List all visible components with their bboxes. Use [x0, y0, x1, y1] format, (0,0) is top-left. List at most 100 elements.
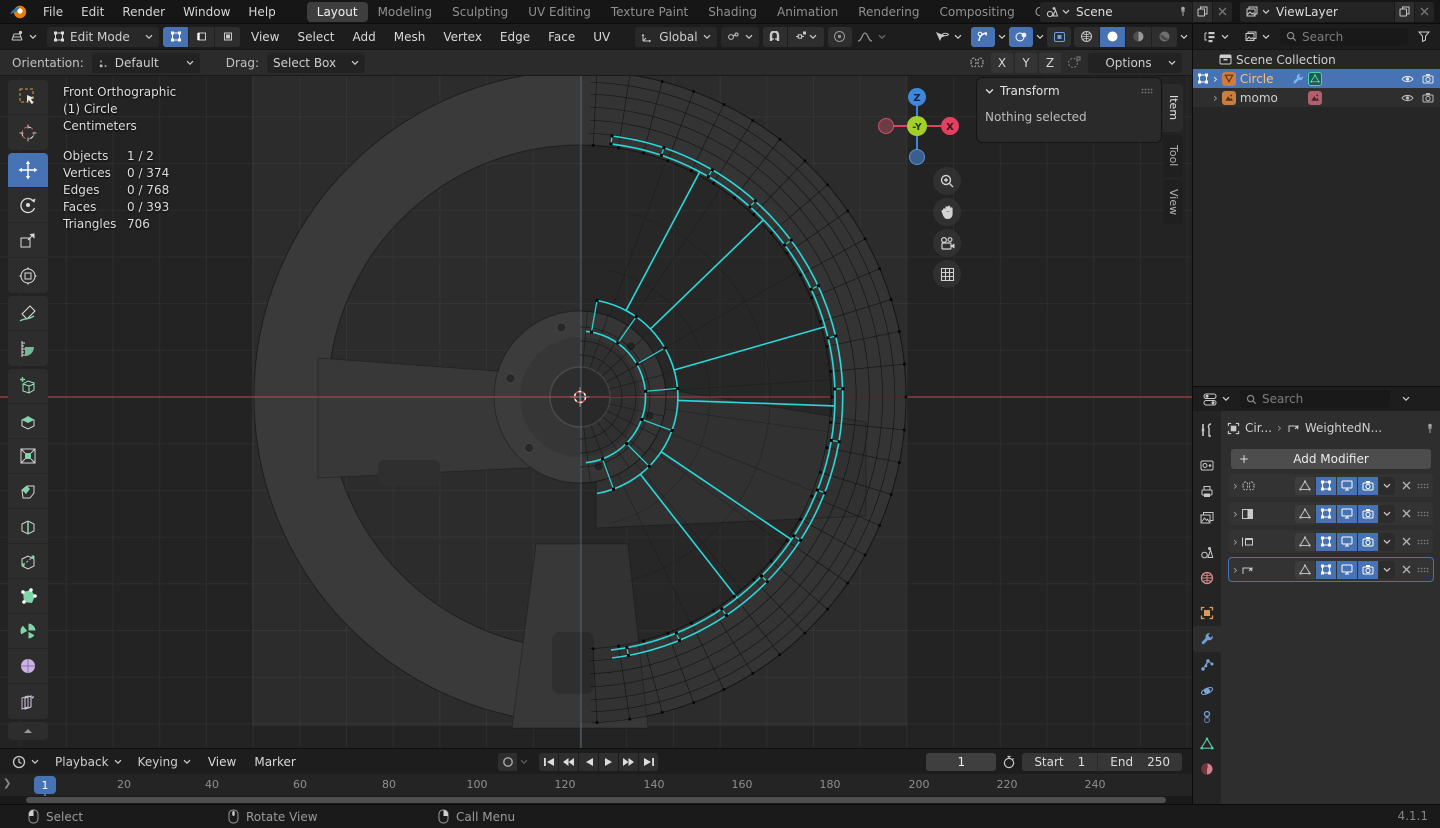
outliner-row-circle[interactable]: › Circle [1193, 69, 1440, 88]
poly-build-tool[interactable] [8, 579, 48, 614]
mode-dropdown[interactable]: Edit Mode [47, 27, 159, 47]
show-in-render-toggle[interactable] [1358, 505, 1378, 523]
new-scene-button[interactable] [1192, 2, 1212, 22]
tab-scene-properties[interactable] [1193, 539, 1221, 565]
blender-logo-icon[interactable] [8, 3, 30, 21]
show-in-viewport-toggle[interactable] [1337, 505, 1357, 523]
mirror-z-button[interactable]: Z [1039, 53, 1061, 73]
object-name-momo[interactable]: momo [1240, 91, 1278, 105]
properties-editor-type-button[interactable] [1197, 389, 1236, 409]
outliner-filter-id-dropdown[interactable] [1239, 27, 1276, 47]
tab-view[interactable]: View [1163, 180, 1183, 224]
new-viewlayer-button[interactable] [1394, 2, 1414, 22]
overlays-toggle-button[interactable] [1009, 27, 1033, 47]
menu-file[interactable]: File [34, 5, 72, 19]
tab-shading[interactable]: Shading [698, 2, 767, 22]
disable-render-icon[interactable] [1422, 92, 1434, 103]
properties-options-dropdown[interactable] [1394, 389, 1418, 409]
move-tool[interactable] [8, 153, 48, 188]
scene-type-icon[interactable] [1040, 2, 1076, 22]
delete-modifier-button[interactable] [1398, 565, 1414, 574]
outliner-row-momo[interactable]: › momo [1193, 88, 1440, 107]
play-reverse-button[interactable] [579, 753, 598, 771]
navigation-gizmo[interactable]: Z X -Y [877, 86, 961, 170]
add-modifier-button[interactable]: + Add Modifier [1231, 449, 1431, 469]
previous-keyframe-button[interactable] [559, 753, 578, 771]
camera-view-button[interactable] [933, 229, 961, 257]
gizmo-x-neg-axis[interactable] [879, 119, 894, 134]
tab-world-properties[interactable] [1193, 565, 1221, 591]
zoom-button[interactable] [933, 167, 961, 195]
tab-data-properties[interactable] [1193, 730, 1221, 756]
transform-tool[interactable] [8, 258, 48, 293]
inset-faces-tool[interactable] [8, 439, 48, 474]
menu-add[interactable]: Add [346, 30, 383, 44]
face-select-mode-button[interactable] [215, 27, 240, 47]
drag-grip-icon[interactable] [1417, 511, 1429, 517]
expand-chevron-icon[interactable]: › [1233, 479, 1238, 493]
ruler-expand-icon[interactable]: ❯ [3, 778, 11, 789]
modifier-extras-dropdown[interactable] [1379, 505, 1395, 523]
collapse-chevron-icon[interactable] [985, 88, 994, 95]
mesh-data-icon[interactable] [1308, 72, 1322, 86]
options-dropdown[interactable]: Options [1088, 53, 1182, 73]
expand-chevron-icon[interactable]: › [1213, 72, 1218, 86]
play-button[interactable] [599, 753, 618, 771]
keying-menu[interactable]: Keying [132, 752, 197, 772]
menu-view[interactable]: View [244, 30, 286, 44]
menu-vertex[interactable]: Vertex [436, 30, 489, 44]
spin-tool[interactable] [8, 614, 48, 649]
pivot-point-dropdown[interactable] [721, 27, 759, 47]
drag-dropdown[interactable]: Select Box [267, 53, 365, 73]
properties-search-input[interactable]: Search [1240, 390, 1390, 408]
tab-physics-properties[interactable] [1193, 678, 1221, 704]
scene-name[interactable]: Scene [1076, 5, 1178, 19]
outliner-display-mode-dropdown[interactable] [1197, 27, 1235, 47]
mirror-x-button[interactable]: X [991, 53, 1013, 73]
hide-eye-icon[interactable] [1401, 93, 1414, 103]
menu-face[interactable]: Face [541, 30, 582, 44]
modifier-extras-dropdown[interactable] [1379, 533, 1395, 551]
next-keyframe-button[interactable] [619, 753, 638, 771]
show-in-editmode-toggle[interactable] [1316, 505, 1336, 523]
vertex-select-mode-button[interactable] [163, 27, 188, 47]
playback-menu[interactable]: Playback [49, 752, 128, 772]
modifier-row-solidify[interactable]: › [1229, 502, 1433, 525]
show-in-render-toggle[interactable] [1358, 561, 1378, 579]
proportional-size-icon[interactable] [1067, 56, 1082, 69]
start-frame-field[interactable]: Start 1 [1022, 753, 1097, 771]
transform-orientation-dropdown[interactable]: Global [635, 27, 716, 47]
smooth-tool[interactable] [8, 649, 48, 684]
expand-chevron-icon[interactable]: › [1233, 563, 1238, 577]
tab-tool[interactable]: Tool [1163, 135, 1183, 177]
tab-render-properties[interactable] [1193, 452, 1221, 478]
disable-render-icon[interactable] [1422, 73, 1434, 84]
modifier-row-mirror[interactable]: › [1229, 474, 1433, 497]
pin-icon[interactable] [1425, 423, 1435, 434]
drag-grip-icon[interactable] [1417, 539, 1429, 545]
toolbar-more-indicator[interactable] [8, 722, 48, 740]
close-scene-button[interactable] [1212, 2, 1232, 22]
tab-uv-editing[interactable]: UV Editing [518, 2, 601, 22]
loop-cut-tool[interactable] [8, 509, 48, 544]
delete-modifier-button[interactable] [1398, 537, 1414, 546]
show-in-viewport-toggle[interactable] [1337, 561, 1357, 579]
scene-collection-row[interactable]: Scene Collection [1193, 50, 1440, 69]
end-frame-field[interactable]: End 250 [1097, 753, 1182, 771]
show-on-cage-toggle[interactable] [1295, 533, 1315, 551]
knife-tool[interactable] [8, 544, 48, 579]
tab-particle-properties[interactable] [1193, 652, 1221, 678]
tab-constraint-properties[interactable] [1193, 704, 1221, 730]
tab-object-properties[interactable] [1193, 600, 1221, 626]
auto-keying-button[interactable] [498, 753, 517, 771]
jump-to-end-button[interactable] [639, 753, 658, 771]
show-in-viewport-toggle[interactable] [1337, 533, 1357, 551]
solid-shading-button[interactable] [1100, 27, 1125, 47]
show-gizmo-dropdown[interactable] [928, 27, 968, 47]
delete-modifier-button[interactable] [1398, 509, 1414, 518]
tab-item[interactable]: Item [1163, 84, 1183, 132]
proportional-editing-button[interactable] [828, 27, 852, 47]
orientation-dropdown[interactable]: Default [92, 53, 200, 73]
timeline-marker-menu[interactable]: Marker [247, 755, 302, 769]
hide-eye-icon[interactable] [1401, 74, 1414, 84]
